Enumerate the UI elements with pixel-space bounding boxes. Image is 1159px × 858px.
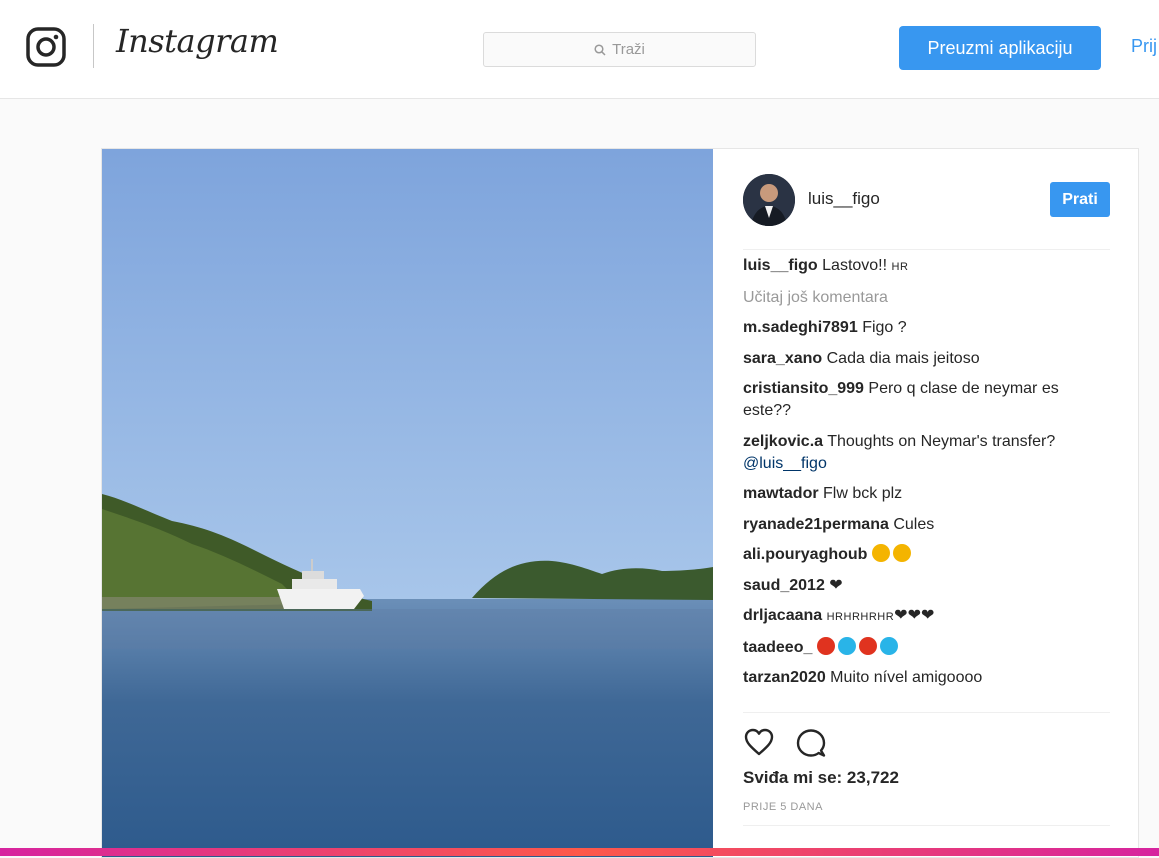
- red-circle-icon: [858, 636, 877, 655]
- caption: luis__figo Lastovo!! HR: [743, 255, 1095, 278]
- blue-circle-icon: [837, 636, 856, 655]
- footer-separator: [743, 825, 1110, 826]
- caption-text: Lastovo!!: [822, 257, 888, 274]
- comment-user[interactable]: m.sadeghi7891: [743, 319, 858, 336]
- post-sidebar: luis__figo Prati luis__figo Lastovo!! HR…: [713, 149, 1138, 857]
- comment-text: Figo ?: [862, 319, 907, 336]
- top-bar: Instagram Traži Preuzmi aplikaciju Prij: [0, 0, 1159, 99]
- comment-icon[interactable]: [795, 727, 827, 759]
- post-timestamp: PRIJE 5 DANA: [743, 801, 823, 813]
- avatar[interactable]: [743, 174, 795, 226]
- comment-user[interactable]: ryanade21permana: [743, 516, 889, 533]
- instagram-camera-icon[interactable]: [26, 27, 66, 67]
- comment-user[interactable]: taadeeo_: [743, 639, 812, 656]
- comment-row: mawtador Flw bck plz: [743, 483, 1095, 505]
- comment-row: tarzan2020 Muito nível amigoooo: [743, 667, 1095, 689]
- heart-eyes-emoji-icon: [871, 544, 890, 562]
- comment-row: taadeeo_: [743, 636, 1095, 659]
- post-photo[interactable]: [102, 149, 713, 858]
- load-more-comments-link[interactable]: Učitaj još komentara: [743, 287, 1095, 309]
- comment-user[interactable]: zeljkovic.a: [743, 433, 823, 450]
- comment-row: drljacaana HRHRHRHR❤❤❤: [743, 605, 1095, 628]
- comment-text: Cules: [893, 515, 935, 533]
- header-separator: [743, 249, 1110, 250]
- follow-button[interactable]: Prati: [1050, 182, 1110, 217]
- comment-row: zeljkovic.a Thoughts on Neymar's transfe…: [743, 431, 1095, 475]
- comment-text: Cada dia mais jeitoso: [826, 349, 980, 367]
- bottom-gradient-bar: [0, 848, 1159, 856]
- comment-text: Flw bck plz: [823, 485, 903, 502]
- caption-flag: HR: [891, 261, 909, 273]
- search-input[interactable]: Traži: [483, 32, 756, 67]
- caption-user[interactable]: luis__figo: [743, 257, 818, 274]
- get-app-button[interactable]: Preuzmi aplikaciju: [899, 26, 1101, 70]
- comments-list[interactable]: luis__figo Lastovo!! HR Učitaj još komen…: [743, 255, 1095, 710]
- comment-user[interactable]: saud_2012: [743, 577, 825, 594]
- blue-circle-icon: [879, 636, 898, 655]
- comment-row: ali.pouryaghoub: [743, 544, 1095, 566]
- likes-count[interactable]: Sviđa mi se: 23,722: [743, 768, 899, 788]
- instagram-wordmark[interactable]: Instagram: [116, 22, 279, 60]
- comment-user[interactable]: tarzan2020: [743, 669, 826, 686]
- header-divider: [93, 24, 94, 68]
- search-placeholder: Traži: [612, 41, 645, 58]
- comment-text: Thoughts on Neymar's transfer?: [827, 432, 1056, 450]
- actions-separator: [743, 712, 1110, 713]
- mention-link[interactable]: @luis__figo: [743, 453, 1095, 475]
- comment-text: Muito nível amigoooo: [830, 669, 983, 686]
- comment-row: m.sadeghi7891 Figo ?: [743, 317, 1095, 339]
- comment-row: ryanade21permana Cules: [743, 514, 1095, 536]
- heart-emoji-icon: ❤❤❤: [894, 607, 935, 624]
- post-card: luis__figo Prati luis__figo Lastovo!! HR…: [101, 148, 1139, 858]
- comment-user[interactable]: mawtador: [743, 485, 819, 502]
- comment-user[interactable]: ali.pouryaghoub: [743, 546, 867, 563]
- comment-user[interactable]: sara_xano: [743, 350, 822, 367]
- avatar-image: [743, 174, 795, 226]
- heart-icon[interactable]: [743, 727, 775, 757]
- comment-row: cristiansito_999 Pero q clase de neymar …: [743, 378, 1095, 422]
- heart-eyes-emoji-icon: [892, 544, 911, 562]
- author-username[interactable]: luis__figo: [808, 189, 880, 209]
- comment-user[interactable]: drljacaana: [743, 607, 822, 624]
- comment-flags: HRHRHRHR: [826, 611, 895, 623]
- comment-user[interactable]: cristiansito_999: [743, 380, 864, 397]
- search-icon: [594, 43, 606, 56]
- comment-row: saud_2012 ❤: [743, 575, 1095, 597]
- comment-row: sara_xano Cada dia mais jeitoso: [743, 348, 1095, 370]
- login-link[interactable]: Prij: [1131, 36, 1157, 57]
- heart-emoji-icon: ❤: [829, 576, 843, 594]
- red-circle-icon: [816, 636, 835, 655]
